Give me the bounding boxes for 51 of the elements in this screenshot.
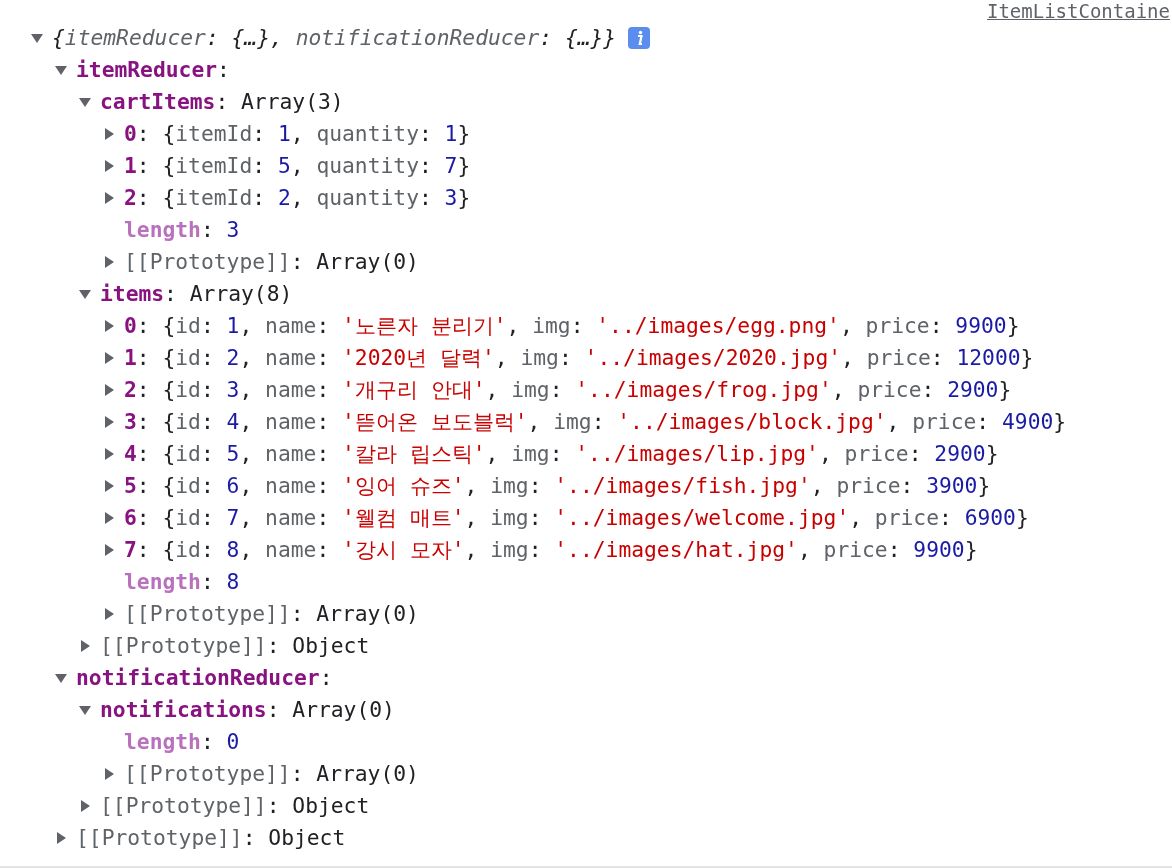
property-row: length: 3 <box>124 216 240 244</box>
collapse-arrow-icon[interactable] <box>54 63 68 77</box>
property-row: length: 0 <box>124 728 240 756</box>
expand-arrow-icon[interactable] <box>102 543 116 557</box>
property-row[interactable]: 6: {id: 7, name: '웰컴 매트', img: '../images/welcome.jpg', price: 6900} <box>124 504 1029 532</box>
property-row[interactable]: [[Prototype]]: Object <box>100 632 370 660</box>
info-icon[interactable] <box>628 27 651 49</box>
expand-arrow-icon[interactable] <box>102 383 116 397</box>
collapse-arrow-icon[interactable] <box>78 95 92 109</box>
source-link[interactable]: ItemListContaine <box>986 0 1170 22</box>
expand-arrow-icon[interactable] <box>102 319 116 333</box>
property-row[interactable]: 1: {itemId: 5, quantity: 7} <box>124 152 471 180</box>
expand-arrow-icon[interactable] <box>102 191 116 205</box>
collapse-arrow-icon[interactable] <box>54 671 68 685</box>
expand-arrow-icon[interactable] <box>102 607 116 621</box>
property-row[interactable]: 7: {id: 8, name: '강시 모자', img: '../images/hat.jpg', price: 9900} <box>124 536 978 564</box>
property-row[interactable]: 0: {itemId: 1, quantity: 1} <box>124 120 471 148</box>
expand-arrow-icon[interactable] <box>102 511 116 525</box>
expand-arrow-icon[interactable] <box>102 159 116 173</box>
property-row[interactable]: itemReducer: <box>76 56 230 84</box>
object-summary[interactable]: {itemReducer: {…}, notificationReducer: {…}} <box>52 24 617 52</box>
property-row[interactable]: 5: {id: 6, name: '잉어 슈즈', img: '../images/fish.jpg', price: 3900} <box>124 472 991 500</box>
property-row[interactable]: notifications: Array(0) <box>100 696 395 724</box>
property-row[interactable]: 1: {id: 2, name: '2020년 달력', img: '../images/2020.jpg', price: 12000} <box>124 344 1034 372</box>
property-row: length: 8 <box>124 568 240 596</box>
property-row[interactable]: 4: {id: 5, name: '칼라 립스틱', img: '../images/lip.jpg', price: 2900} <box>124 440 999 468</box>
expand-arrow-icon[interactable] <box>78 639 92 653</box>
collapse-arrow-icon[interactable] <box>30 31 44 45</box>
collapse-arrow-icon[interactable] <box>78 287 92 301</box>
expand-arrow-icon[interactable] <box>102 255 116 269</box>
property-row[interactable]: 0: {id: 1, name: '노른자 분리기', img: '../images/egg.png', price: 9900} <box>124 312 1020 340</box>
collapse-arrow-icon[interactable] <box>78 703 92 717</box>
expand-arrow-icon[interactable] <box>102 351 116 365</box>
property-row[interactable]: notificationReducer: <box>76 664 333 692</box>
expand-arrow-icon[interactable] <box>54 831 68 845</box>
property-row[interactable]: 2: {itemId: 2, quantity: 3} <box>124 184 471 212</box>
property-row[interactable]: [[Prototype]]: Object <box>76 824 346 852</box>
expand-arrow-icon[interactable] <box>102 415 116 429</box>
property-row[interactable]: [[Prototype]]: Object <box>100 792 370 820</box>
property-row[interactable]: [[Prototype]]: Array(0) <box>124 760 419 788</box>
property-row[interactable]: 3: {id: 4, name: '뜯어온 보도블럭', img: '../images/block.jpg', price: 4900} <box>124 408 1067 436</box>
expand-arrow-icon[interactable] <box>102 447 116 461</box>
property-row[interactable]: 2: {id: 3, name: '개구리 안대', img: '../images/frog.jpg', price: 2900} <box>124 376 1012 404</box>
property-row[interactable]: [[Prototype]]: Array(0) <box>124 248 419 276</box>
expand-arrow-icon[interactable] <box>78 799 92 813</box>
expand-arrow-icon[interactable] <box>102 127 116 141</box>
property-row[interactable]: cartItems: Array(3) <box>100 88 344 116</box>
property-row[interactable]: items: Array(8) <box>100 280 293 308</box>
expand-arrow-icon[interactable] <box>102 479 116 493</box>
expand-arrow-icon[interactable] <box>102 767 116 781</box>
property-row[interactable]: [[Prototype]]: Array(0) <box>124 600 419 628</box>
